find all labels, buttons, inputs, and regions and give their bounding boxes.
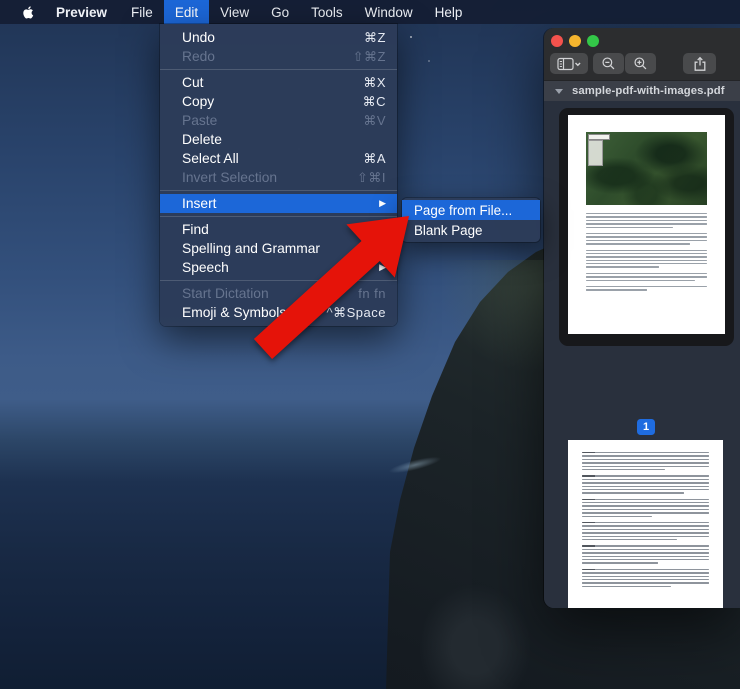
zoom-out-button[interactable] bbox=[593, 53, 624, 74]
edit-menu: Undo ⌘Z Redo ⇧⌘Z Cut ⌘X Copy ⌘C Paste ⌘V Delete Sel… bbox=[160, 24, 397, 326]
menu-item-copy[interactable]: Copy ⌘C bbox=[160, 92, 397, 111]
menu-bar: Preview File Edit View Go Tools Window Help bbox=[0, 0, 740, 24]
menu-item-label: Insert bbox=[182, 196, 217, 211]
menu-separator bbox=[160, 69, 397, 70]
menu-item-label: Page from File... bbox=[414, 202, 513, 218]
menu-item-speech[interactable]: Speech ▶ bbox=[160, 258, 397, 277]
menu-item-label: Blank Page bbox=[414, 222, 483, 238]
menubar-item-preview[interactable]: Preview bbox=[45, 0, 120, 24]
menu-item-label: Invert Selection bbox=[182, 170, 278, 185]
menu-item-label: Select All bbox=[182, 151, 239, 166]
menu-item-select-all[interactable]: Select All ⌘A bbox=[160, 149, 397, 168]
share-button[interactable] bbox=[683, 53, 716, 74]
menubar-items: Preview File Edit View Go Tools Window Help bbox=[45, 0, 473, 24]
menu-item-shortcut: fn fn bbox=[358, 286, 386, 301]
menu-separator bbox=[160, 280, 397, 281]
page-1-text-lines bbox=[586, 213, 707, 296]
menu-item-blank-page[interactable]: Blank Page bbox=[402, 220, 540, 240]
thumbnail-sidebar: 1 bbox=[544, 101, 740, 608]
menu-item-shortcut: ⌘Z bbox=[364, 29, 386, 45]
menubar-item-help[interactable]: Help bbox=[424, 0, 474, 24]
desktop: Preview File Edit View Go Tools Window Help Und… bbox=[0, 0, 740, 689]
page-thumbnail-1[interactable] bbox=[568, 115, 725, 334]
menu-item-shortcut: ⌘A bbox=[363, 150, 386, 166]
traffic-light-close[interactable] bbox=[551, 35, 563, 47]
menu-item-shortcut: ⇧⌘I bbox=[356, 169, 386, 185]
sidebar-view-button[interactable] bbox=[550, 53, 588, 74]
menu-item-emoji-symbols[interactable]: Emoji & Symbols ^⌘Space bbox=[160, 303, 397, 322]
sidebar-icon bbox=[557, 57, 581, 70]
star bbox=[410, 36, 412, 38]
menu-item-start-dictation: Start Dictation fn fn bbox=[160, 284, 397, 303]
map-legend-panel bbox=[588, 140, 603, 166]
menu-item-redo: Redo ⇧⌘Z bbox=[160, 47, 397, 66]
traffic-light-zoom[interactable] bbox=[587, 35, 599, 47]
menu-item-label: Redo bbox=[182, 49, 215, 64]
zoom-in-icon bbox=[634, 57, 647, 70]
submenu-arrow-icon: ▶ bbox=[379, 262, 386, 272]
sidebar-header[interactable]: sample-pdf-with-images.pdf bbox=[544, 80, 740, 101]
menu-item-page-from-file[interactable]: Page from File... bbox=[402, 200, 540, 220]
page-thumbnail-2[interactable] bbox=[568, 440, 723, 608]
rocks bbox=[420, 585, 530, 689]
menu-separator bbox=[160, 190, 397, 191]
submenu-arrow-icon: ▶ bbox=[379, 198, 386, 208]
menubar-item-window[interactable]: Window bbox=[354, 0, 424, 24]
preview-window: sample-pdf-with-images.pdf 1 bbox=[544, 28, 740, 608]
menu-item-label: Copy bbox=[182, 94, 215, 109]
star bbox=[428, 60, 430, 62]
share-icon bbox=[694, 56, 705, 71]
menu-item-invert-selection: Invert Selection ⇧⌘I bbox=[160, 168, 397, 187]
menu-item-label: Delete bbox=[182, 132, 222, 147]
zoom-in-button[interactable] bbox=[625, 53, 656, 74]
insert-submenu: Page from File... Blank Page bbox=[402, 198, 540, 242]
menu-item-find[interactable]: Find bbox=[160, 220, 397, 239]
traffic-light-minimize[interactable] bbox=[569, 35, 581, 47]
menu-item-shortcut: ⌘C bbox=[362, 93, 386, 109]
menu-item-spelling-and-grammar[interactable]: Spelling and Grammar bbox=[160, 239, 397, 258]
menu-item-undo[interactable]: Undo ⌘Z bbox=[160, 28, 397, 47]
page-2-text-lines bbox=[582, 452, 709, 592]
menu-item-label: Spelling and Grammar bbox=[182, 241, 321, 256]
menubar-item-go[interactable]: Go bbox=[260, 0, 300, 24]
apple-logo-icon bbox=[23, 5, 34, 19]
zoom-out-icon bbox=[602, 57, 615, 70]
menu-item-paste: Paste ⌘V bbox=[160, 111, 397, 130]
menu-item-shortcut: ⌘X bbox=[363, 74, 386, 90]
menu-item-label: Paste bbox=[182, 113, 218, 128]
menubar-item-edit[interactable]: Edit bbox=[163, 0, 210, 24]
page-number-badge: 1 bbox=[637, 419, 655, 435]
menu-item-label: Cut bbox=[182, 75, 204, 90]
apple-menu[interactable] bbox=[12, 0, 45, 24]
menu-item-shortcut: ⇧⌘Z bbox=[352, 48, 386, 64]
menu-item-shortcut: ^⌘Space bbox=[326, 304, 386, 320]
menu-item-insert[interactable]: Insert ▶ bbox=[160, 194, 397, 213]
menubar-item-file[interactable]: File bbox=[120, 0, 164, 24]
menubar-item-view[interactable]: View bbox=[209, 0, 260, 24]
menu-item-label: Find bbox=[182, 222, 209, 237]
menu-item-delete[interactable]: Delete bbox=[160, 130, 397, 149]
menubar-item-tools[interactable]: Tools bbox=[300, 0, 354, 24]
menu-separator bbox=[160, 216, 397, 217]
menu-item-shortcut: ⌘V bbox=[363, 112, 386, 128]
window-titlebar[interactable] bbox=[544, 28, 740, 80]
chevron-down-icon bbox=[575, 62, 581, 66]
disclosure-triangle-icon[interactable] bbox=[555, 88, 563, 94]
menu-item-cut[interactable]: Cut ⌘X bbox=[160, 73, 397, 92]
menu-item-label: Speech bbox=[182, 260, 229, 275]
menu-item-label: Start Dictation bbox=[182, 286, 269, 301]
menu-item-label: Undo bbox=[182, 30, 215, 45]
map-image bbox=[586, 132, 707, 205]
menu-item-label: Emoji & Symbols bbox=[182, 305, 287, 320]
filename-label: sample-pdf-with-images.pdf bbox=[572, 85, 725, 97]
